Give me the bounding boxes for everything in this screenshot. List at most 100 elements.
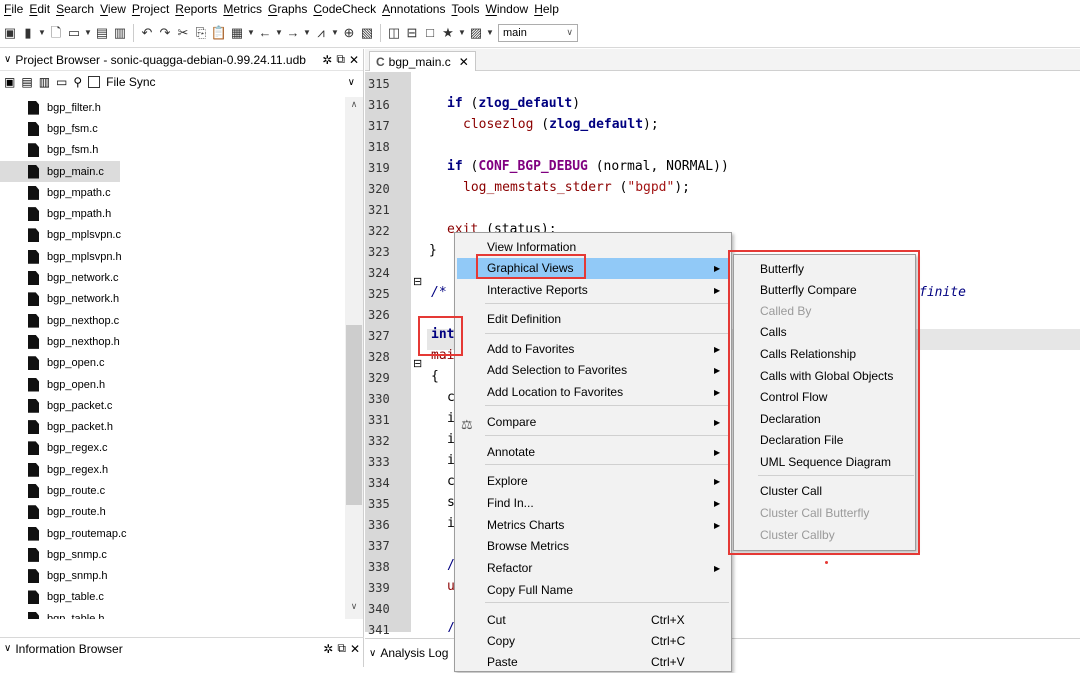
file-item[interactable]: bgp_fsm.c (0, 118, 345, 139)
scroll-thumb[interactable] (346, 325, 362, 505)
context-menu-item[interactable]: Cut Ctrl+X (455, 610, 731, 631)
scroll-down-icon[interactable]: ∨ (345, 601, 363, 617)
file-sync-checkbox[interactable] (88, 76, 101, 88)
window-icon[interactable]: □ (422, 25, 438, 41)
context-menu-item[interactable]: Edit Definition (455, 309, 731, 330)
context-menu-item[interactable]: Add Selection to Favorites ▶ (455, 360, 731, 381)
menu-annotations[interactable]: Annotations (382, 2, 451, 16)
fold-marker-icon[interactable]: ⊟ (413, 357, 422, 370)
copy-icon[interactable]: ⎘ (193, 25, 209, 41)
context-menu-item[interactable]: Explore ▶ (455, 471, 731, 492)
submenu-item[interactable]: UML Sequence Diagram (760, 452, 891, 473)
chevron-down-icon[interactable]: ▼ (275, 25, 283, 41)
file-item[interactable]: bgp_open.h (0, 374, 345, 395)
new-project-icon[interactable]: ▣ (2, 25, 18, 41)
collapse-icon[interactable]: ∨ (4, 643, 11, 654)
file-item[interactable]: bgp_network.h (0, 289, 345, 310)
pin-icon[interactable]: ✲ (322, 53, 332, 67)
menu-search[interactable]: Search (56, 2, 100, 16)
menu-window[interactable]: Window (486, 2, 535, 16)
context-menu-item[interactable]: Add Location to Favorites ▶ (455, 382, 731, 403)
collapse-icon[interactable]: ∨ (369, 648, 376, 659)
context-menu-item[interactable]: View Information (455, 237, 731, 258)
save-icon[interactable]: ▤ (94, 25, 110, 41)
back-icon[interactable]: ← (257, 25, 273, 41)
menu-reports[interactable]: Reports (175, 2, 223, 16)
collapse-icon[interactable]: ∨ (4, 54, 11, 65)
file-item[interactable]: bgp_open.c (0, 353, 345, 374)
context-menu-item[interactable]: Refactor ▶ (455, 558, 731, 579)
file-item[interactable]: bgp_packet.c (0, 395, 345, 416)
menu-project[interactable]: Project (132, 2, 175, 16)
menu-help[interactable]: Help (534, 2, 565, 16)
fold-marker-icon[interactable]: ⊟ (413, 275, 422, 288)
file-item[interactable]: bgp_mpath.h (0, 203, 345, 224)
globe-icon[interactable]: ⊕ (341, 25, 357, 41)
collapse-all-icon[interactable]: ▤ (21, 75, 32, 89)
library-icon[interactable]: ▮ (20, 25, 36, 41)
float-icon[interactable]: ⧉ (336, 52, 345, 67)
file-item[interactable]: bgp_main.c (0, 160, 120, 183)
submenu-item[interactable]: Butterfly (760, 259, 804, 280)
chevron-down-icon[interactable]: ▼ (458, 25, 466, 41)
file-list-scrollbar[interactable]: ∧ ∨ (345, 97, 363, 619)
file-item[interactable]: bgp_filter.h (0, 97, 345, 118)
submenu-item[interactable]: Control Flow (760, 387, 827, 408)
submenu-item[interactable]: Declaration File (760, 430, 843, 451)
close-icon[interactable]: ✕ (459, 55, 469, 69)
file-item[interactable]: bgp_mplsvpn.h (0, 246, 345, 267)
context-menu-item[interactable]: Paste Ctrl+V (455, 652, 731, 673)
submenu-item[interactable]: Calls (760, 322, 787, 343)
context-menu-item[interactable]: Find In... ▶ (455, 493, 731, 514)
file-item[interactable]: bgp_nexthop.c (0, 310, 345, 331)
file-item[interactable]: bgp_packet.h (0, 416, 345, 437)
chevron-down-icon[interactable]: ▼ (84, 25, 92, 41)
chevron-down-icon[interactable]: ▼ (331, 25, 339, 41)
menu-codecheck[interactable]: CodeCheck (313, 2, 382, 16)
menu-view[interactable]: View (100, 2, 132, 16)
file-item[interactable]: bgp_nexthop.h (0, 331, 345, 352)
save-all-icon[interactable]: ▥ (112, 25, 128, 41)
menu-edit[interactable]: Edit (29, 2, 56, 16)
forward-icon[interactable]: → (285, 25, 301, 41)
context-menu-item[interactable]: Annotate ▶ (455, 442, 731, 463)
star-icon[interactable]: ★ (440, 25, 456, 41)
file-item[interactable]: bgp_route.h (0, 502, 345, 523)
submenu-item[interactable]: Calls Relationship (760, 344, 856, 365)
context-menu-item[interactable]: ⚖ Compare ▶ (455, 412, 731, 433)
pin-icon[interactable]: ✲ (323, 642, 333, 656)
chevron-down-icon[interactable]: ▼ (38, 25, 46, 41)
search-icon[interactable]: ⚲ (73, 75, 82, 89)
file-item[interactable]: bgp_snmp.c (0, 544, 345, 565)
context-menu-item[interactable]: Graphical Views ▶ (457, 258, 729, 279)
file-item[interactable]: bgp_network.c (0, 267, 345, 288)
file-item[interactable]: bgp_route.c (0, 480, 345, 501)
file-item[interactable]: bgp_snmp.h (0, 566, 345, 587)
bookmark-icon[interactable]: ▨ (468, 25, 484, 41)
chevron-down-icon[interactable]: ▼ (303, 25, 311, 41)
graph-icon[interactable]: ⩘ (313, 25, 329, 41)
expand-all-icon[interactable]: ▣ (4, 75, 15, 89)
open-folder-icon[interactable]: ▭ (66, 25, 82, 41)
chevron-down-icon[interactable]: ▼ (486, 25, 494, 41)
chevron-down-icon[interactable]: ▼ (247, 25, 255, 41)
menu-file[interactable]: File (4, 2, 29, 16)
tab-bgp-main[interactable]: C bgp_main.c ✕ (369, 51, 476, 71)
close-icon[interactable]: ✕ (349, 53, 359, 67)
report-icon[interactable]: ▧ (359, 25, 375, 41)
file-item[interactable]: bgp_regex.h (0, 459, 345, 480)
context-menu-item[interactable]: Interactive Reports ▶ (455, 280, 731, 301)
split-horizontal-icon[interactable]: ⊟ (404, 25, 420, 41)
undo-icon[interactable]: ↶ (139, 25, 155, 41)
submenu-item[interactable]: Calls with Global Objects (760, 366, 893, 387)
redo-icon[interactable]: ↷ (157, 25, 173, 41)
folder-icon[interactable]: ▭ (56, 75, 67, 89)
file-item[interactable]: bgp_table.c (0, 587, 345, 608)
menu-tools[interactable]: Tools (451, 2, 485, 16)
entity-combo[interactable]: main ∨ (498, 23, 578, 42)
context-menu-item[interactable]: Copy Ctrl+C (455, 631, 731, 652)
analysis-log-tab[interactable]: Analysis Log (380, 646, 448, 660)
file-item[interactable]: bgp_mplsvpn.c (0, 225, 345, 246)
split-vertical-icon[interactable]: ◫ (386, 25, 402, 41)
document-icon[interactable]: ▦ (229, 25, 245, 41)
